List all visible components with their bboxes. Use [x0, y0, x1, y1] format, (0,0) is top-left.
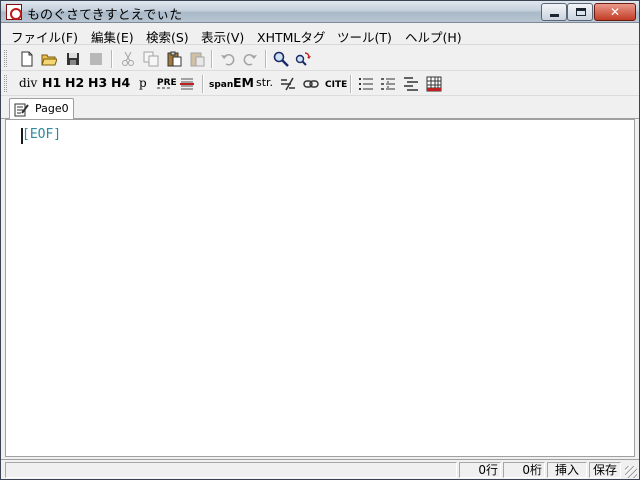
document-edit-icon: [14, 103, 29, 117]
h4-tag-button[interactable]: H4: [111, 76, 130, 90]
menu-help[interactable]: ヘルプ(H): [405, 27, 462, 46]
menu-file[interactable]: ファイル(F): [11, 27, 78, 46]
menu-search[interactable]: 検索(S): [146, 27, 189, 46]
toolbar-grip[interactable]: [4, 75, 7, 92]
hr-icon: [180, 78, 194, 90]
toolbar-separator: [202, 75, 204, 93]
standard-toolbar: [1, 47, 639, 71]
save-button[interactable]: [63, 49, 83, 69]
new-file-icon: [21, 51, 33, 67]
cut-icon: [122, 51, 134, 66]
menu-bar: ファイル(F) 編集(E) 検索(S) 表示(V) XHTMLタグ ツール(T)…: [1, 24, 639, 45]
link-icon: [303, 80, 319, 88]
ul-list-button[interactable]: [356, 74, 376, 94]
close-button[interactable]: ✕: [594, 3, 636, 21]
ol-list-icon: [381, 78, 395, 90]
minimize-icon: [550, 14, 559, 17]
h1-tag-button[interactable]: H1: [42, 76, 61, 90]
line-break-icon: [281, 77, 295, 91]
paste-special-button[interactable]: [187, 49, 207, 69]
open-folder-icon: [41, 54, 57, 66]
window-title: ものぐさてきすとえでぃた: [27, 8, 183, 23]
menu-edit[interactable]: 編集(E): [91, 27, 134, 46]
title-bar[interactable]: ものぐさてきすとえでぃた ✕: [1, 1, 639, 23]
menu-view[interactable]: 表示(V): [201, 27, 244, 46]
eof-marker: [EOF]: [22, 127, 62, 142]
h3-tag-button[interactable]: H3: [88, 76, 107, 90]
tab-page0[interactable]: Page0: [9, 98, 74, 119]
save-icon: [67, 53, 79, 65]
tab-label: Page0: [35, 102, 69, 115]
undo-icon: [221, 54, 235, 66]
close-icon: ✕: [609, 5, 621, 19]
ul-list-icon: [359, 78, 373, 90]
paste-button[interactable]: [164, 49, 184, 69]
h2-tag-button[interactable]: H2: [65, 76, 84, 90]
open-button[interactable]: [39, 49, 59, 69]
replace-button[interactable]: [293, 49, 313, 69]
maximize-button[interactable]: [567, 3, 593, 21]
text-editor[interactable]: [EOF]: [5, 119, 635, 457]
copy-icon: [143, 51, 159, 67]
paste-icon: [167, 51, 182, 67]
maximize-icon: [576, 8, 586, 16]
minimize-button[interactable]: [541, 3, 567, 21]
hr-tag-button[interactable]: [177, 74, 197, 94]
replace-icon: [295, 52, 311, 66]
app-icon[interactable]: [6, 4, 22, 20]
p-tag-button[interactable]: p: [139, 76, 147, 90]
undo-button[interactable]: [218, 49, 238, 69]
toolbar-separator: [111, 50, 113, 68]
app-window: ものぐさてきすとえでぃた ✕ ファイル(F) 編集(E) 検索(S) 表示(V)…: [0, 0, 640, 480]
find-icon: [273, 51, 289, 67]
table-icon: [426, 76, 442, 92]
toolbar-grip[interactable]: [4, 50, 7, 67]
resize-grip[interactable]: [625, 466, 637, 478]
status-column: 0桁: [503, 462, 545, 478]
span-tag-button[interactable]: span: [209, 78, 233, 92]
xhtml-toolbar: div H1 H2 H3 H4 p PRE span EM str. CITE: [1, 72, 639, 96]
status-insert-mode[interactable]: 挿入: [547, 462, 587, 478]
cut-button[interactable]: [118, 49, 138, 69]
pre-icon: [157, 87, 170, 89]
find-button[interactable]: [271, 49, 291, 69]
copy-button[interactable]: [141, 49, 161, 69]
status-save-state: 保存: [589, 462, 621, 478]
paste-special-icon: [190, 52, 205, 67]
em-tag-button[interactable]: EM: [233, 76, 254, 90]
dl-list-button[interactable]: [401, 74, 421, 94]
dl-list-icon: [404, 77, 418, 91]
toolbar-separator: [211, 50, 213, 68]
redo-icon: [243, 54, 257, 66]
status-line: 0行: [459, 462, 501, 478]
link-tag-button[interactable]: [301, 74, 321, 94]
status-bar: 0行 0桁 挿入 保存: [1, 459, 639, 479]
toolbar-separator: [350, 75, 352, 93]
strong-tag-button[interactable]: str.: [256, 76, 273, 90]
save-all-icon: [90, 53, 102, 65]
br-tag-button[interactable]: [278, 74, 298, 94]
menu-xhtml-tags[interactable]: XHTMLタグ: [257, 27, 325, 46]
save-all-button[interactable]: [86, 49, 106, 69]
new-file-button[interactable]: [17, 49, 37, 69]
ol-list-button[interactable]: [378, 74, 398, 94]
cite-tag-button[interactable]: CITE: [325, 78, 347, 92]
document-tabs: Page0: [1, 97, 639, 119]
table-button[interactable]: [424, 74, 444, 94]
menu-tools[interactable]: ツール(T): [337, 27, 392, 46]
toolbar-separator: [265, 50, 267, 68]
status-message: [5, 462, 457, 478]
redo-button[interactable]: [240, 49, 260, 69]
div-tag-button[interactable]: div: [19, 76, 37, 90]
